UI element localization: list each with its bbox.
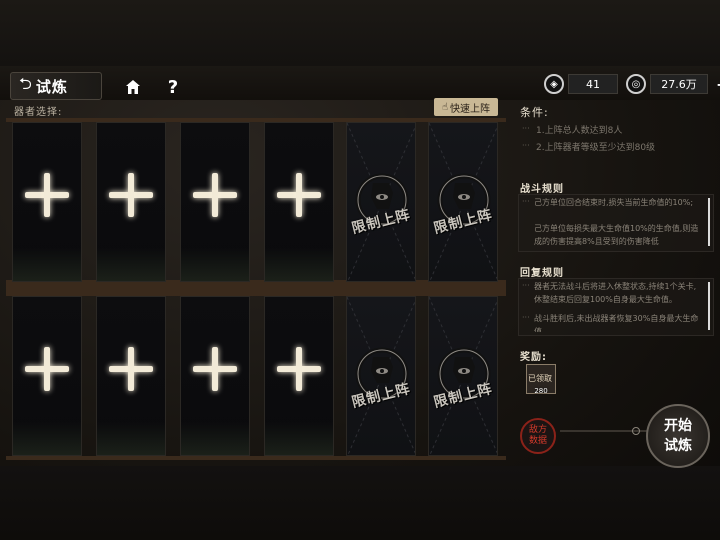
- resource-coin-value: 27.6万: [650, 74, 708, 94]
- slot-5: 限制上阵: [346, 122, 416, 282]
- battle-rule-item: 己方单位回合结束时,损失当前生命值的10%;: [534, 198, 694, 207]
- help-icon: ?: [167, 76, 179, 98]
- start-trial-label: 开始试炼: [664, 418, 692, 454]
- back-arrow-icon: ⮌: [19, 73, 32, 93]
- quick-deploy-button[interactable]: ☝ 快速上阵: [434, 98, 498, 116]
- coin-icon: ◎: [626, 74, 646, 94]
- conditions-title: 条件:: [520, 106, 549, 119]
- reward-item[interactable]: 已领取 280: [526, 364, 556, 395]
- add-coin-button[interactable]: +: [716, 75, 720, 94]
- diamond-icon: ◈: [544, 74, 564, 94]
- bullet-icon: ···: [522, 313, 530, 322]
- add-slot-icon: [277, 173, 321, 217]
- slot-4[interactable]: [264, 122, 334, 282]
- bullet-icon: ···: [522, 124, 530, 133]
- top-letterbox: [0, 0, 720, 66]
- enemy-data-label: 敌方数据: [528, 425, 547, 446]
- bullet-icon: ···: [522, 197, 530, 206]
- page-title: 试炼: [35, 77, 68, 96]
- bullet-icon: ···: [522, 141, 530, 150]
- add-slot-icon: [109, 347, 153, 391]
- frame-bottom: [6, 456, 506, 460]
- resource-coin: ◎ 27.6万 +: [626, 73, 720, 95]
- slot-11: 限制上阵: [346, 296, 416, 456]
- add-slot-icon: [109, 173, 153, 217]
- battle-rules-scrollbar[interactable]: [708, 198, 710, 246]
- resource-diamond-value: 41: [568, 74, 618, 94]
- slot-2[interactable]: [96, 122, 166, 282]
- recovery-rules-title: 回复规则: [520, 268, 564, 279]
- selection-label: 器者选择:: [14, 107, 63, 118]
- bullet-icon: ···: [522, 281, 530, 290]
- slot-12: 限制上阵: [428, 296, 498, 456]
- add-slot-icon: [25, 347, 69, 391]
- add-slot-icon: [25, 173, 69, 217]
- recovery-rule-item: 战斗胜利后,未出战器者恢复30%自身最大生命值。: [534, 314, 699, 332]
- home-button[interactable]: [120, 74, 146, 100]
- bottom-letterbox: [0, 466, 720, 540]
- add-slot-icon: [277, 347, 321, 391]
- quick-deploy-label: 快速上阵: [450, 103, 491, 115]
- slot-10[interactable]: [264, 296, 334, 456]
- enemy-data-button[interactable]: 敌方数据: [520, 418, 556, 454]
- home-icon: [126, 80, 140, 94]
- condition-item: 1.上阵总人数达到8人: [536, 126, 623, 136]
- decorative-orbit-dot: [632, 427, 640, 435]
- start-trial-button[interactable]: 开始试炼: [646, 404, 710, 468]
- slot-1[interactable]: [12, 122, 82, 282]
- add-slot-icon: [193, 347, 237, 391]
- recovery-rule-item: 器者无法战斗后将进入休整状态,持续1个关卡,休整结束后回复100%自身最大生命值…: [534, 282, 697, 304]
- slot-9[interactable]: [180, 296, 250, 456]
- slot-6: 限制上阵: [428, 122, 498, 282]
- hand-icon: ☝: [441, 101, 449, 113]
- slot-8[interactable]: [96, 296, 166, 456]
- recovery-rules-scrollbar[interactable]: [708, 282, 710, 330]
- slot-7[interactable]: [12, 296, 82, 456]
- reward-count: 280: [534, 387, 548, 395]
- condition-item: 2.上阵器者等级至少达到80级: [536, 143, 656, 153]
- battle-rule-item: 己方单位每损失最大生命值10%的生命值,则造成的伤害提高8%且受到的伤害降低: [534, 224, 699, 246]
- add-slot-icon: [193, 173, 237, 217]
- battle-rules-title: 战斗规则: [520, 184, 564, 195]
- frame-middle: [6, 280, 506, 296]
- help-button[interactable]: ?: [160, 74, 186, 100]
- back-button[interactable]: ⮌ 试炼: [10, 72, 102, 100]
- rewards-title: 奖励:: [520, 352, 547, 363]
- reward-claimed-glyph: 已领取: [528, 374, 552, 383]
- slot-3[interactable]: [180, 122, 250, 282]
